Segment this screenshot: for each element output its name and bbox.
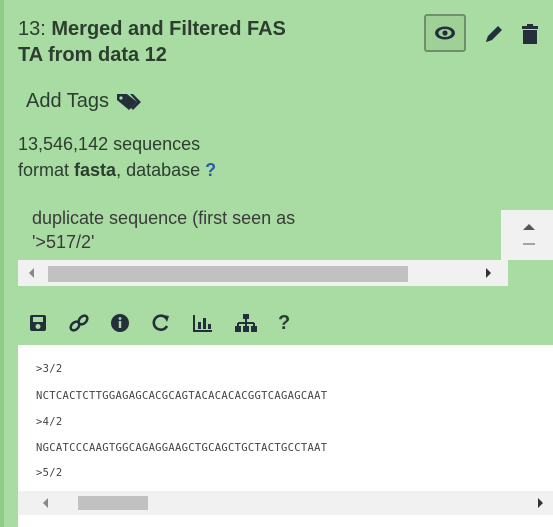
dataset-hid: 13: (18, 18, 46, 40)
pencil-icon (486, 26, 502, 42)
dataset-peek: >3/2 NCTCACTCTTGGAGAGCACGCAGTACACACACGGT… (18, 345, 553, 527)
database-value[interactable]: ? (205, 160, 216, 180)
edit-button[interactable] (482, 22, 506, 46)
dataset-name-line1: Merged and Filtered FAS (51, 18, 286, 40)
info-scroll-thumb[interactable] (48, 266, 408, 282)
delete-button[interactable] (518, 22, 542, 46)
link-icon[interactable] (68, 313, 90, 333)
eye-icon (435, 26, 455, 40)
peek-line: >3/2 (36, 363, 63, 375)
add-tags-button[interactable]: Add Tags (26, 90, 142, 113)
format-value: fasta (74, 160, 117, 180)
peek-line: NCTCACTCTTGGAGAGCACGCAGTACACACACGGTCAGAG… (36, 390, 328, 402)
peek-line: >4/2 (36, 416, 63, 428)
info-vertical-scrollbar[interactable] (501, 210, 553, 260)
scroll-down-icon[interactable] (501, 238, 553, 258)
dataset-title[interactable]: 13: Merged and Filtered FAS TA from data… (18, 16, 413, 68)
scroll-left-icon[interactable] (22, 260, 42, 286)
scroll-right-icon[interactable] (478, 260, 498, 286)
info-box: duplicate sequence (first seen as '>517/… (18, 202, 553, 290)
peek-horizontal-scrollbar[interactable] (18, 491, 553, 515)
peek-line: >5/2 (36, 467, 63, 479)
info-line1: duplicate sequence (first seen as (32, 208, 296, 228)
info-icon[interactable] (110, 313, 130, 333)
dataset-panel: 13: Merged and Filtered FAS TA from data… (0, 0, 553, 527)
help-button[interactable]: ? (278, 312, 290, 335)
dataset-name-line2: TA from data 12 (18, 44, 167, 66)
tags-icon (117, 93, 142, 110)
dataset-toolbar: ? (28, 310, 290, 336)
sitemap-icon[interactable] (234, 313, 258, 333)
scroll-right-icon[interactable] (530, 491, 550, 515)
sequence-count: 13,546,142 sequences (18, 134, 201, 154)
format-prefix: format (18, 160, 70, 180)
info-line2: '>517/2' (32, 232, 95, 252)
view-button[interactable] (424, 14, 466, 52)
peek-line: NGCATCCCAAGTGGCAGAGGAAGCTGCAGCTGCTACTGCC… (36, 442, 328, 454)
trash-icon (522, 24, 538, 44)
scroll-up-icon[interactable] (501, 214, 553, 238)
info-horizontal-scrollbar[interactable] (18, 260, 508, 286)
save-icon[interactable] (28, 313, 48, 333)
format-line: format fasta, database ? (18, 160, 216, 181)
scroll-left-icon[interactable] (36, 491, 56, 515)
info-text: duplicate sequence (first seen as '>517/… (32, 206, 502, 254)
visualize-icon[interactable] (192, 313, 214, 333)
add-tags-label: Add Tags (26, 90, 110, 112)
database-prefix: , database (116, 160, 201, 180)
peek-scroll-thumb[interactable] (78, 496, 148, 510)
rerun-icon[interactable] (150, 313, 172, 333)
